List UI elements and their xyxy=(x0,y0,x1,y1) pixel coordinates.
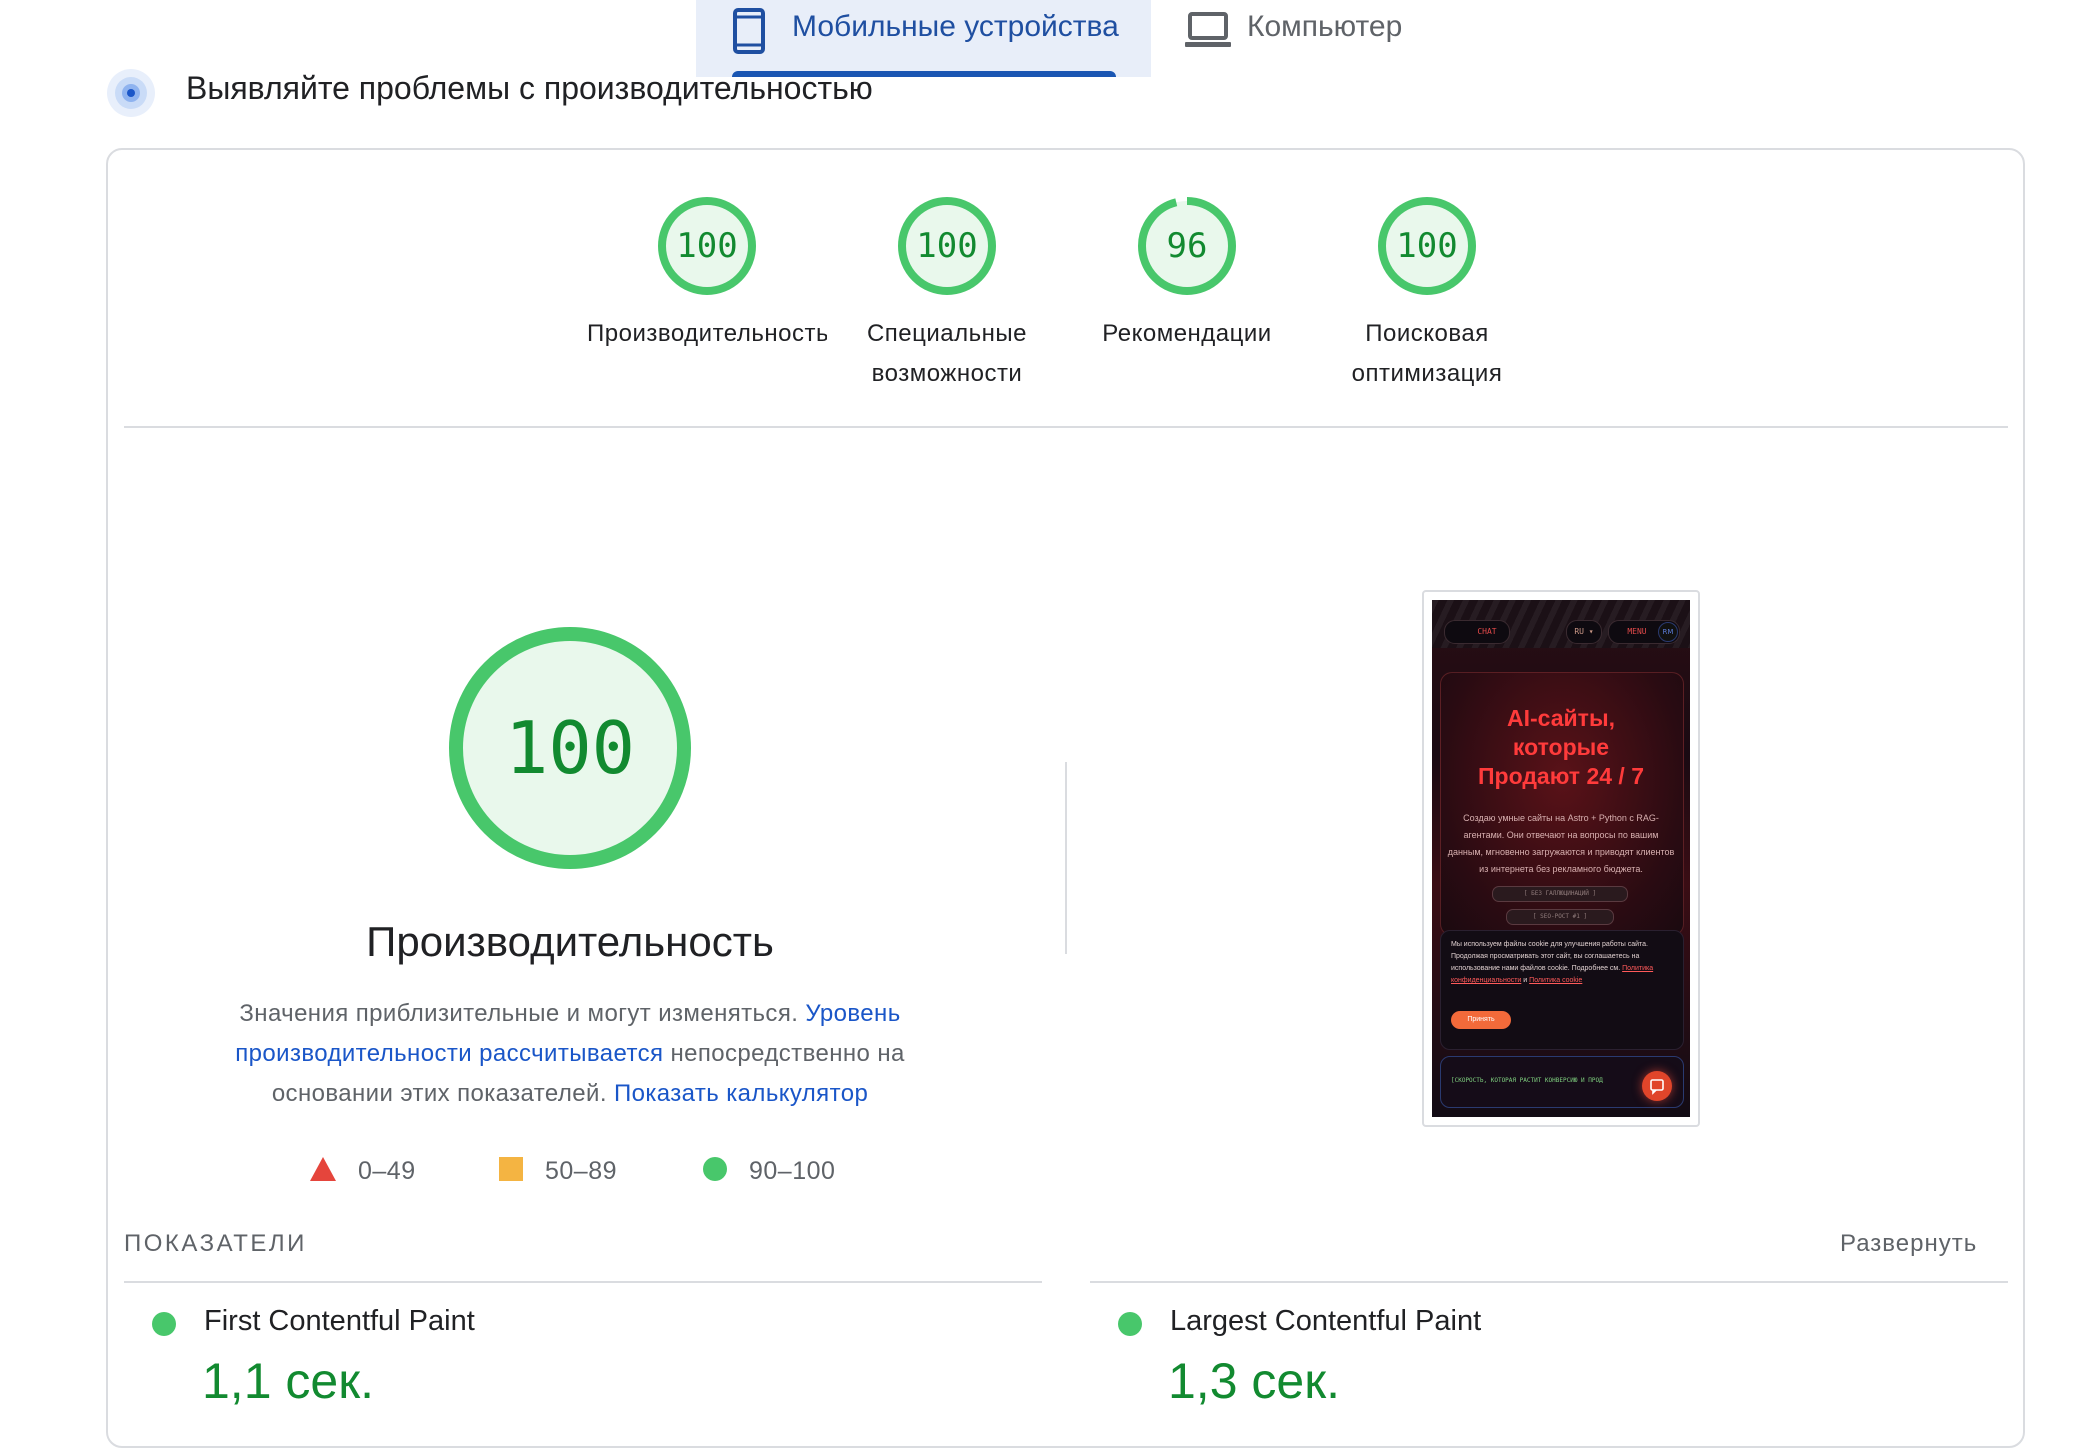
laptop-icon xyxy=(1185,10,1231,55)
description-text: Значения приблизительные и могут изменят… xyxy=(239,1000,806,1027)
gauge-label-line: Специальные xyxy=(866,320,1028,347)
legend-fail: 0–49 xyxy=(310,1154,416,1188)
gauge-label-seo[interactable]: Поисковая оптимизация xyxy=(1307,314,1547,394)
tab-desktop-label: Компьютер xyxy=(1247,10,1403,43)
gauge-label-best-practices[interactable]: Рекомендации xyxy=(1067,314,1307,354)
square-icon xyxy=(499,1156,523,1186)
triangle-icon xyxy=(310,1156,336,1186)
cookie-accept-button: Принять xyxy=(1451,1011,1511,1029)
gauge-label-line: Производительность xyxy=(587,320,827,347)
tab-mobile[interactable]: Мобильные устройства xyxy=(696,0,1151,77)
metric-name-fcp: First Contentful Paint xyxy=(204,1305,475,1337)
gauge-label-performance[interactable]: Производительность xyxy=(587,314,827,354)
gauge-seo[interactable]: 100 xyxy=(1377,196,1477,296)
legend-range: 0–49 xyxy=(358,1156,416,1185)
divider xyxy=(124,426,2008,428)
vertical-divider xyxy=(1065,762,1067,954)
cookie-text: Мы используем файлы cookie для улучшения… xyxy=(1451,939,1673,987)
gauge-label-accessibility[interactable]: Специальные возможности xyxy=(827,314,1067,394)
preview-avatar: RM xyxy=(1658,622,1678,642)
metrics-heading: ПОКАЗАТЕЛИ xyxy=(124,1230,307,1257)
gauge-score: 100 xyxy=(916,226,978,266)
legend-pass: 90–100 xyxy=(703,1154,835,1188)
gauge-score: 100 xyxy=(676,226,738,266)
metric-name-lcp: Largest Contentful Paint xyxy=(1170,1305,1482,1337)
tab-mobile-label: Мобильные устройства xyxy=(792,10,1119,43)
smartphone-icon xyxy=(732,7,766,60)
pass-status-icon xyxy=(1118,1312,1142,1336)
gauge-label-line: возможности xyxy=(871,360,1023,387)
performance-title: Производительность xyxy=(366,918,774,965)
preview-chat-pill: CHAT xyxy=(1444,620,1510,644)
pass-status-icon xyxy=(152,1312,176,1336)
cookie-policy-link: Политика cookie xyxy=(1529,977,1583,984)
hero-title-line: AI-сайты, xyxy=(1507,705,1615,731)
performance-target-icon xyxy=(106,68,156,118)
preview-hero-title: AI-сайты, которые Продают 24 / 7 xyxy=(1432,704,1690,791)
preview-tag: [ БЕЗ ГАЛЛЮЦИНАЦИЙ ] xyxy=(1492,886,1628,902)
preview-chat-label: CHAT xyxy=(1477,627,1497,636)
legend-average: 50–89 xyxy=(499,1154,617,1188)
metric-value-lcp: 1,3 сек. xyxy=(1168,1353,1340,1409)
chat-bubble-icon xyxy=(1642,1071,1672,1101)
divider xyxy=(1090,1281,2008,1283)
screenshot-image: RM CHAT RU ▾ MENU RM AI-сайты, которые П… xyxy=(1432,600,1690,1117)
show-calculator-link[interactable]: Показать калькулятор xyxy=(614,1080,868,1107)
hero-title-line: которые xyxy=(1512,734,1610,760)
legend-range: 90–100 xyxy=(749,1156,836,1185)
gauge-accessibility[interactable]: 100 xyxy=(897,196,997,296)
final-screenshot[interactable]: RM CHAT RU ▾ MENU RM AI-сайты, которые П… xyxy=(1422,590,1700,1127)
gauge-label-line: Рекомендации xyxy=(1102,320,1272,347)
preview-tag: [ SEO-РОСТ #1 ] xyxy=(1506,909,1614,925)
preview-hero-text: Создаю умные сайты на Astro + Python с R… xyxy=(1447,813,1675,874)
performance-score: 100 xyxy=(504,706,636,790)
preview-menu-label: MENU xyxy=(1627,627,1647,636)
hero-title-line: Продают 24 / 7 xyxy=(1478,763,1644,789)
preview-lang-pill: RU ▾ xyxy=(1566,620,1602,644)
cookie-body: Мы используем файлы cookie для улучшения… xyxy=(1451,941,1648,972)
circle-icon xyxy=(703,1156,727,1186)
performance-description: Значения приблизительные и могут изменят… xyxy=(200,994,940,1114)
preview-bottom-text: [СКОРОСТЬ, КОТОРАЯ РАСТИТ КОНВЕРСИЮ И ПР… xyxy=(1451,1077,1603,1084)
performance-gauge-large: 100 xyxy=(447,625,693,871)
cookie-and: и xyxy=(1521,977,1530,984)
gauge-best-practices[interactable]: 96 xyxy=(1137,196,1237,296)
gauge-score: 100 xyxy=(1396,226,1458,266)
gauge-performance[interactable]: 100 xyxy=(657,196,757,296)
section-title: Выявляйте проблемы с производительностью xyxy=(186,70,873,106)
metric-value-fcp: 1,1 сек. xyxy=(202,1353,374,1409)
gauge-label-line: Поисковая xyxy=(1365,320,1489,347)
gauge-score: 96 xyxy=(1166,226,1208,266)
preview-cookie-banner: Мы используем файлы cookie для улучшения… xyxy=(1440,930,1684,1050)
legend-range: 50–89 xyxy=(545,1156,618,1185)
gauge-label-line: оптимизация xyxy=(1351,360,1503,387)
expand-button[interactable]: Развернуть xyxy=(1840,1230,1977,1258)
divider xyxy=(124,1281,1042,1283)
